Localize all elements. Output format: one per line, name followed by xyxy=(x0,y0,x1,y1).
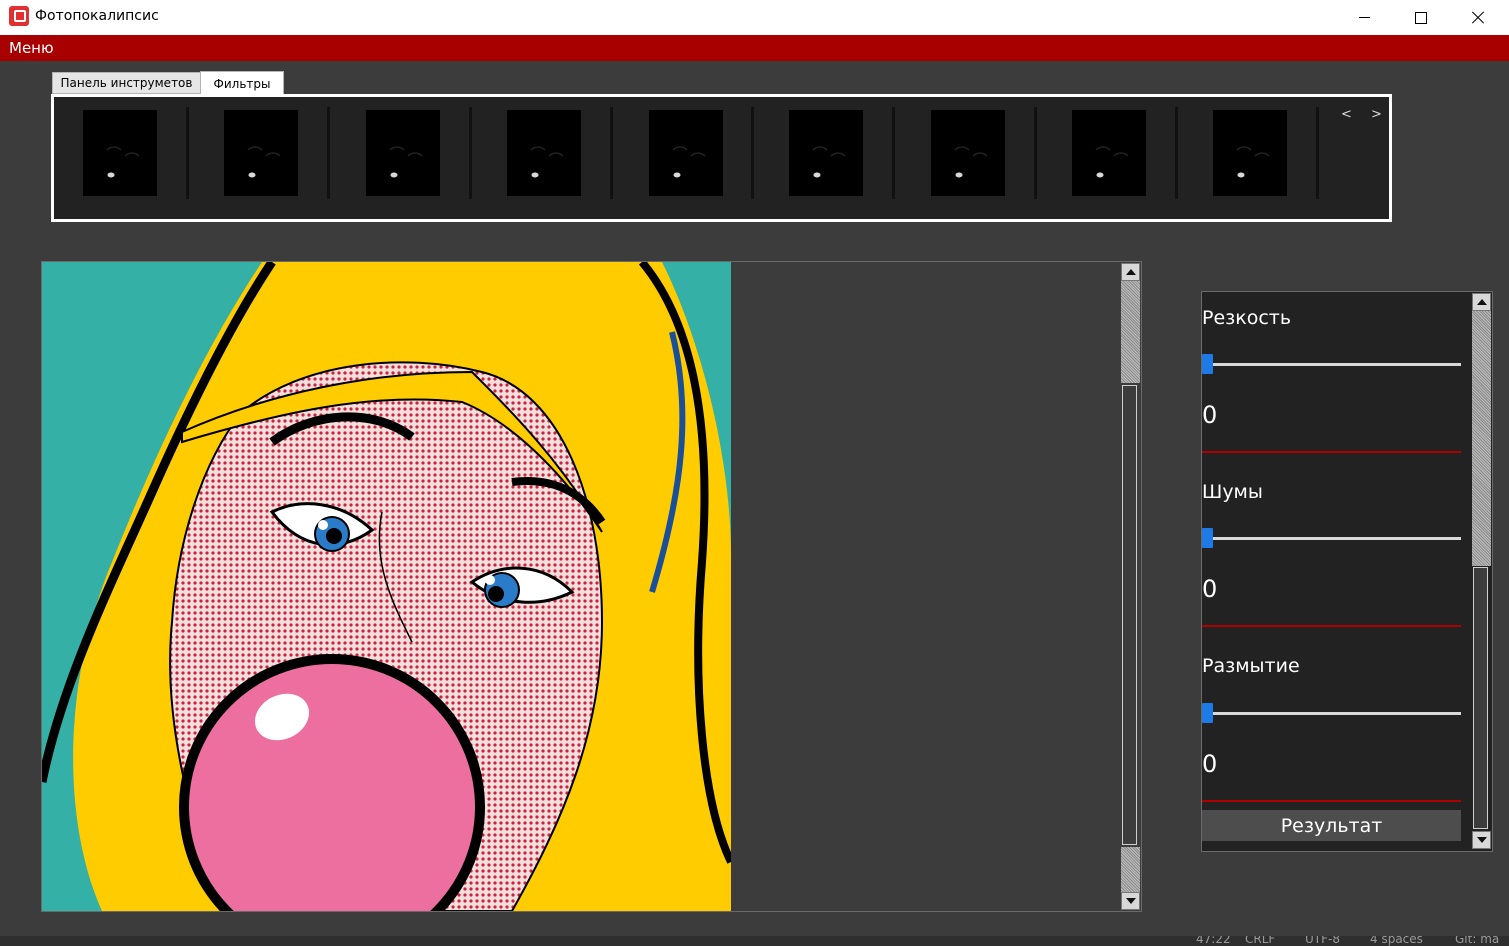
filter-thumb-black-white[interactable]: .t9 .bg{fill:#ffffff}.t9 .hair{fill:#fff… xyxy=(1213,110,1287,196)
scroll-up-button[interactable] xyxy=(1472,293,1491,311)
noise-value: 0 xyxy=(1202,575,1218,603)
arrow-up-icon xyxy=(1125,269,1136,275)
divider xyxy=(1202,625,1461,627)
divider xyxy=(1202,800,1461,802)
tab-filters[interactable]: Фильтры xyxy=(200,71,284,95)
viewer-scrollbar[interactable] xyxy=(1121,263,1140,910)
filter-separator xyxy=(327,107,330,199)
filter-separator xyxy=(892,107,895,199)
filter-thumb-saturate[interactable]: .t7 .bg{fill:#2ec0b0}.t7 .hair{fill:#ffd… xyxy=(931,110,1005,196)
filter-separator xyxy=(186,107,189,199)
minimize-icon xyxy=(1358,17,1370,18)
scroll-track[interactable] xyxy=(1121,281,1140,383)
noise-slider-handle[interactable] xyxy=(1202,528,1213,548)
blur-slider[interactable] xyxy=(1208,712,1461,715)
filter-thumb-purple-tint[interactable]: .t6 .bg{fill:#4a3f9a}.t6 .hair{fill:#7a6… xyxy=(789,110,863,196)
arrow-down-icon xyxy=(1125,898,1136,904)
image-viewer xyxy=(41,261,1142,912)
adjustments-panel: Резкость 0 Шумы 0 Размытие 0 Результат xyxy=(1201,291,1493,852)
result-button[interactable]: Результат xyxy=(1202,810,1461,841)
filter-thumb-green-tint[interactable]: .t8 .bg{fill:#3a7a20}.t8 .hair{fill:#7aa… xyxy=(1072,110,1146,196)
filter-next-button[interactable]: > xyxy=(1371,107,1382,122)
filter-thumb-color-shift[interactable]: .t3 .bg{fill:#c84a5a}.t3 .hair{fill:#104… xyxy=(366,110,440,196)
noise-label: Шумы xyxy=(1202,481,1263,503)
noise-slider[interactable] xyxy=(1208,537,1461,540)
arrow-down-icon xyxy=(1476,837,1487,843)
filter-separator xyxy=(751,107,754,199)
divider xyxy=(1202,451,1461,453)
app-logo-icon xyxy=(9,6,29,26)
status-cursor-position[interactable]: 47:22 xyxy=(1196,936,1231,946)
scroll-down-button[interactable] xyxy=(1472,831,1491,849)
filter-prev-button[interactable]: < xyxy=(1341,107,1352,122)
status-line-ending[interactable]: CRLF xyxy=(1245,936,1275,946)
blur-slider-handle[interactable] xyxy=(1202,703,1213,723)
filter-separator xyxy=(469,107,472,199)
maximize-icon xyxy=(1415,11,1427,24)
menu-item-main[interactable]: Меню xyxy=(9,39,54,57)
filter-thumb-original[interactable]: .t1 .bg{fill:#34b0a6}.t1 .hair{fill:#ffc… xyxy=(83,110,157,196)
title-bar: Фотопокалипсис xyxy=(0,0,1509,35)
sharpness-label: Резкость xyxy=(1202,307,1292,329)
scroll-thumb[interactable] xyxy=(1122,385,1137,845)
scroll-up-button[interactable] xyxy=(1121,263,1140,281)
scroll-thumb[interactable] xyxy=(1473,567,1488,829)
sharpness-value: 0 xyxy=(1202,401,1218,429)
minimize-button[interactable] xyxy=(1341,0,1387,35)
scroll-track[interactable] xyxy=(1121,847,1140,892)
filter-thumb-pixelate[interactable]: .t5 .bg{fill:#34b0a6}.t5 .hair{fill:#ffc… xyxy=(649,110,723,196)
close-button[interactable] xyxy=(1455,0,1501,35)
scroll-down-button[interactable] xyxy=(1121,892,1140,910)
menu-bar: Меню xyxy=(0,35,1509,61)
settings-scrollbar[interactable] xyxy=(1472,292,1492,851)
filter-separator xyxy=(1316,107,1319,199)
filter-separator xyxy=(1175,107,1178,199)
sharpness-slider-handle[interactable] xyxy=(1202,354,1213,374)
scroll-track[interactable] xyxy=(1472,311,1491,566)
tab-tools-panel[interactable]: Панель инструметов xyxy=(52,72,201,94)
blur-value: 0 xyxy=(1202,750,1218,778)
filter-thumb-grayscale[interactable]: .t2 .bg{fill:#8c8c8c}.t2 .hair{fill:#c7c… xyxy=(224,110,298,196)
main-photo xyxy=(42,262,731,911)
filter-strip: .t1 .bg{fill:#34b0a6}.t1 .hair{fill:#ffc… xyxy=(51,94,1392,222)
blur-label: Размытие xyxy=(1202,655,1300,677)
filter-separator xyxy=(1034,107,1037,199)
status-git[interactable]: Git: ma xyxy=(1455,936,1499,946)
arrow-up-icon xyxy=(1476,299,1487,305)
sharpness-slider[interactable] xyxy=(1208,363,1461,366)
status-indent[interactable]: 4 spaces xyxy=(1370,936,1423,946)
window-title: Фотопокалипсис xyxy=(35,8,159,24)
filter-thumb-sepia[interactable]: .t4 .bg{fill:#b8a58a}.t4 .hair{fill:#fae… xyxy=(507,110,581,196)
filter-separator xyxy=(610,107,613,199)
status-bar: 47:22 CRLF UTF-8 4 spaces Git: ma xyxy=(0,936,1509,946)
close-icon xyxy=(1471,11,1485,25)
maximize-button[interactable] xyxy=(1398,0,1444,35)
status-encoding[interactable]: UTF-8 xyxy=(1305,936,1340,946)
